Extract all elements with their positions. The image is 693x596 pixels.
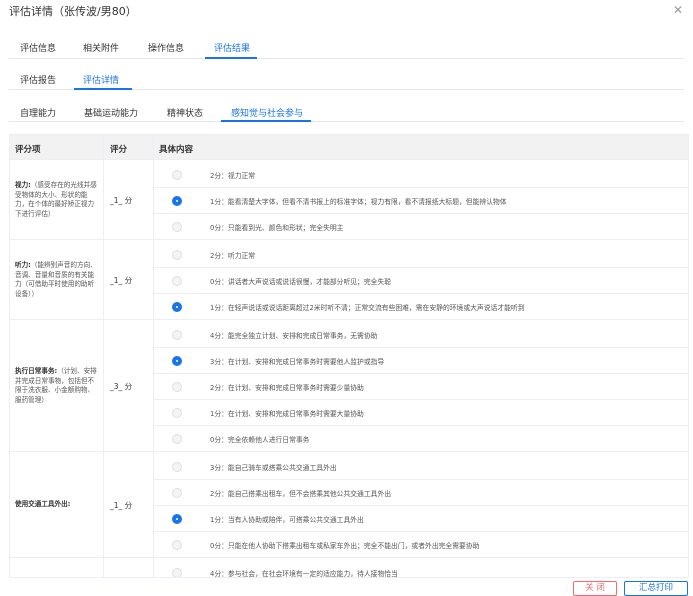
dialog-header: 评估详情（张传波/男80） ✕ [0, 0, 693, 22]
tab-mental-state[interactable]: 精神状态 [167, 106, 203, 119]
option-text: 3分：在计划、安排和完成日常事务时需要他人监护或指导 [210, 358, 385, 366]
tab-assessment-info[interactable]: 评估信息 [20, 41, 56, 54]
item-label: 使用交通工具外出: [15, 500, 98, 510]
radio-unselected[interactable] [172, 330, 182, 340]
tab-self-care[interactable]: 自理能力 [20, 106, 56, 119]
option-text: 4分：参与社会，在社会环境有一定的适应能力，待人接物恰当 [210, 570, 398, 578]
item-name: 视力: [15, 181, 31, 189]
radio-selected[interactable] [172, 514, 182, 524]
table-row: 使用交通工具外出: _1_ 分 3分：能自己骑车或搭乘公共交通工具外出 2分：能自己搭… [10, 452, 688, 558]
table-header: 评分项 评分 具体内容 [10, 135, 688, 160]
option-text: 0分：只能看到光、颜色和形状；完全失明主 [210, 224, 344, 232]
tab-basic-motor[interactable]: 基础运动能力 [84, 106, 138, 119]
header-item: 评分项 [15, 145, 41, 155]
tab-assessment-report[interactable]: 评估报告 [20, 73, 56, 86]
tab-assessment-result[interactable]: 评估结果 [214, 41, 250, 54]
tab-attachments[interactable]: 相关附件 [83, 41, 119, 54]
option-text: 1分：能看清楚大字体，但看不清书报上的标准字体；视力有限，看不清报纸大标题，但能… [210, 198, 507, 206]
tabs-level2: 评估报告 评估详情 [9, 68, 684, 90]
radio-selected[interactable] [172, 356, 182, 366]
option-text: 2分：能自己搭乘出租车，但不会搭乘其他公共交通工具外出 [210, 490, 392, 498]
radio-unselected[interactable] [172, 540, 182, 550]
option-row[interactable]: 2分：视力正常 [153, 162, 688, 188]
option-text: 2分：在计划、安排和完成日常事务时需要少量协助 [210, 384, 364, 392]
radio-unselected[interactable] [172, 222, 182, 232]
option-row[interactable]: 2分：能自己搭乘出租车，但不会搭乘其他公共交通工具外出 [153, 480, 688, 506]
close-icon[interactable]: ✕ [673, 3, 683, 17]
table-row: 4分：参与社会，在社会环境有一定的适应能力，待人接物恰当 [10, 558, 688, 578]
tabs-level3: 自理能力 基础运动能力 精神状态 感知觉与社会参与 [9, 101, 684, 122]
tab-active-indicator [221, 120, 311, 122]
item-name: 执行日常事务: [15, 367, 58, 375]
item-name: 使用交通工具外出: [15, 500, 71, 508]
option-text: 0分：只能在他人协助下搭乘出租车或私家车外出；完全不能出门，或者外出完全需要协助 [210, 542, 480, 550]
option-row[interactable]: 1分：在轻声说话或说话距离超过2米时听不清；正常交流有些困难，需在安静的环境或大… [153, 294, 688, 320]
option-text: 4分：能完全独立计划、安排和完成日常事务，无需协助 [210, 332, 378, 340]
header-content: 具体内容 [159, 145, 194, 155]
option-row[interactable]: 0分：完全依赖他人进行日常事务 [153, 426, 688, 452]
tab-perception-social[interactable]: 感知觉与社会参与 [231, 106, 303, 119]
dialog-title: 评估详情（张传波/男80） [9, 5, 137, 18]
radio-unselected[interactable] [172, 250, 182, 260]
item-score: _1_ 分 [110, 276, 133, 285]
item-label: 执行日常事务:（计划、安排并完成日常事物，包括但不限于洗衣服、小金额购物、服药管… [15, 367, 98, 405]
option-row[interactable]: 0分：只能看到光、颜色和形状；完全失明主 [153, 214, 688, 240]
radio-unselected[interactable] [172, 462, 182, 472]
radio-unselected[interactable] [172, 408, 182, 418]
option-text: 3分：能自己骑车或搭乘公共交通工具外出 [210, 464, 337, 472]
option-row[interactable]: 3分：能自己骑车或搭乘公共交通工具外出 [153, 454, 688, 480]
option-row[interactable]: 3分：在计划、安排和完成日常事务时需要他人监护或指导 [153, 348, 688, 374]
assessment-table: 评分项 评分 具体内容 视力:（感受存在的光线并感受物体的大小、形状的能力，在个… [9, 134, 689, 578]
option-row[interactable]: 0分：讲话者大声说话或说话很慢，才能部分听见；完全失聪 [153, 268, 688, 294]
option-row[interactable]: 2分：在计划、安排和完成日常事务时需要少量协助 [153, 374, 688, 400]
item-label: 视力:（感受存在的光线并感受物体的大小、形状的能力，在个体的最好矫正视力下进行评… [15, 181, 98, 219]
item-name: 听力: [15, 261, 31, 269]
option-row[interactable]: 0分：只能在他人协助下搭乘出租车或私家车外出；完全不能出门，或者外出完全需要协助 [153, 532, 688, 558]
radio-unselected[interactable] [172, 382, 182, 392]
tab-active-indicator [74, 88, 132, 90]
header-score: 评分 [110, 145, 128, 155]
radio-unselected[interactable] [172, 170, 182, 180]
table-row: 执行日常事务:（计划、安排并完成日常事物，包括但不限于洗衣服、小金额购物、服药管… [10, 320, 688, 452]
option-text: 2分：听力正常 [210, 252, 256, 260]
item-score: _1_ 分 [110, 196, 133, 205]
radio-unselected[interactable] [172, 276, 182, 286]
option-row[interactable]: 1分：能看清楚大字体，但看不清书报上的标准字体；视力有限，看不清报纸大标题，但能… [153, 188, 688, 214]
tab-active-indicator [205, 57, 257, 59]
option-row[interactable]: 2分：听力正常 [153, 242, 688, 268]
radio-unselected[interactable] [172, 568, 182, 577]
tabs-level1: 评估信息 相关附件 操作信息 评估结果 [9, 36, 684, 59]
tab-assessment-detail[interactable]: 评估详情 [83, 73, 119, 86]
option-row[interactable]: 1分：当有人协助或陪伴，可搭乘公共交通工具外出 [153, 506, 688, 532]
option-text: 1分：在轻声说话或说话距离超过2米时听不清；正常交流有些困难，需在安静的环境或大… [210, 304, 525, 312]
option-row[interactable]: 4分：能完全独立计划、安排和完成日常事务，无需协助 [153, 322, 688, 348]
radio-selected[interactable] [172, 302, 182, 312]
close-button[interactable]: 关 闭 [573, 581, 617, 596]
option-row[interactable]: 4分：参与社会，在社会环境有一定的适应能力，待人接物恰当 [153, 560, 688, 578]
item-score: _1_ 分 [110, 501, 133, 510]
tab-operation-info[interactable]: 操作信息 [148, 41, 184, 54]
radio-unselected[interactable] [172, 434, 182, 444]
option-text: 1分：在计划、安排和完成日常事务时需要大量协助 [210, 410, 364, 418]
radio-unselected[interactable] [172, 488, 182, 498]
table-row: 听力:（能辨别声音的方向、音调、音量和音质的有关能力（可借助平时使用的助听设备）… [10, 240, 688, 320]
option-text: 0分：讲话者大声说话或说话很慢，才能部分听见；完全失聪 [210, 278, 392, 286]
radio-selected[interactable] [172, 196, 182, 206]
item-score: _3_ 分 [110, 382, 133, 391]
option-text: 0分：完全依赖他人进行日常事务 [210, 436, 310, 444]
table-row: 视力:（感受存在的光线并感受物体的大小、形状的能力，在个体的最好矫正视力下进行评… [10, 160, 688, 240]
option-text: 1分：当有人协助或陪伴，可搭乘公共交通工具外出 [210, 516, 364, 524]
print-summary-button[interactable]: 汇总打印 [624, 581, 688, 596]
option-text: 2分：视力正常 [210, 172, 256, 180]
item-label: 听力:（能辨别声音的方向、音调、音量和音质的有关能力（可借助平时使用的助听设备）… [15, 261, 98, 299]
option-row[interactable]: 1分：在计划、安排和完成日常事务时需要大量协助 [153, 400, 688, 426]
